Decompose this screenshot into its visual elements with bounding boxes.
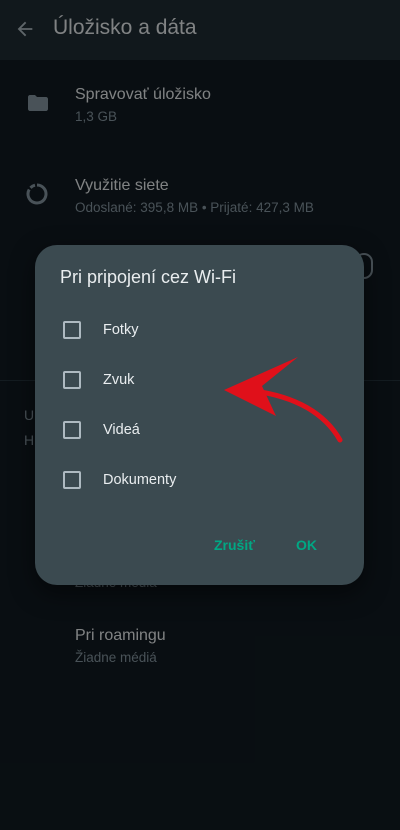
option-audio[interactable]: Zvuk <box>35 361 364 401</box>
checkbox[interactable] <box>63 321 81 339</box>
wifi-media-dialog: Pri pripojení cez Wi-Fi Fotky Zvuk Videá… <box>35 245 364 585</box>
option-label: Dokumenty <box>103 472 177 488</box>
dialog-title: Pri pripojení cez Wi-Fi <box>60 267 237 287</box>
checkbox[interactable] <box>63 421 81 439</box>
option-label: Videá <box>103 422 140 438</box>
checkbox[interactable] <box>63 371 81 389</box>
option-photos[interactable]: Fotky <box>35 311 364 351</box>
option-documents[interactable]: Dokumenty <box>35 461 364 501</box>
ok-button[interactable]: OK <box>296 537 317 553</box>
cancel-button[interactable]: Zrušiť <box>214 537 255 553</box>
checkbox[interactable] <box>63 471 81 489</box>
option-videos[interactable]: Videá <box>35 411 364 451</box>
option-label: Fotky <box>103 322 139 338</box>
option-label: Zvuk <box>103 372 135 388</box>
